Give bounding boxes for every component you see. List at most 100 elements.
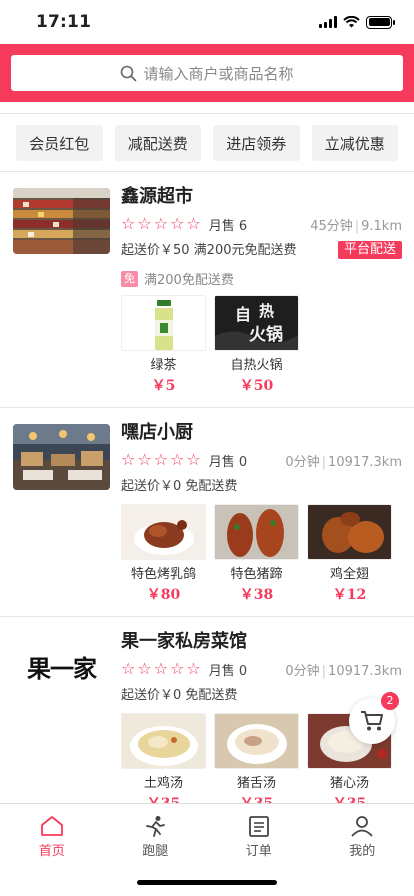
product-name: 特色烤乳鸽: [130, 567, 196, 582]
product-image-chicken-wing: [307, 504, 392, 560]
delivery-meta: 0分钟 | 10917.3km: [285, 454, 402, 470]
shopping-cart-icon: [361, 711, 383, 731]
product-item[interactable]: 特色猪蹄 ￥38: [214, 504, 299, 604]
delivery-meta: 45分钟 | 9.1km: [310, 218, 402, 234]
rating-stars: ☆ ☆ ☆ ☆ ☆: [121, 661, 201, 677]
fee-info: 起送价￥0 免配送费: [121, 688, 238, 703]
product-item[interactable]: 土鸡汤 ￥35: [121, 713, 206, 813]
product-price: ￥80: [146, 587, 181, 603]
cart-button[interactable]: 2: [349, 692, 399, 744]
delivery-time: 0分钟: [285, 663, 320, 679]
star-outline-icon: ☆: [186, 659, 201, 678]
star-outline-icon: ☆: [121, 659, 136, 678]
tag-store-coupon[interactable]: 进店领券: [213, 125, 300, 161]
product-image-hotpot: 自 热 火锅: [214, 295, 299, 351]
product-item[interactable]: 特色烤乳鸽 ￥80: [121, 504, 206, 604]
star-outline-icon: ☆: [137, 659, 152, 678]
logo-text: 果一家: [27, 653, 97, 683]
monthly-sales: 月售 0: [208, 454, 248, 470]
fee-info: 起送价￥50 满200元免配送费: [121, 243, 297, 258]
product-name: 鸡全翅: [329, 567, 369, 582]
status-time: 17:11: [36, 12, 92, 32]
tab-label: 我的: [349, 844, 376, 859]
free-delivery-badge: 免: [121, 270, 138, 287]
store-logo-supermarket: [13, 188, 110, 254]
home-indicator: [137, 880, 277, 885]
store-logo-guoyijia: 果一家: [13, 633, 110, 699]
svg-text:自: 自: [235, 305, 251, 324]
tab-label: 首页: [38, 844, 65, 859]
delivery-time: 0分钟: [285, 454, 320, 470]
delivery-meta: 0分钟 | 10917.3km: [285, 663, 402, 679]
product-name: 特色猪蹄: [230, 567, 283, 582]
star-outline-icon: ☆: [153, 214, 169, 233]
store-card[interactable]: 鑫源超市 ☆ ☆ ☆ ☆ ☆ 月售 6 45分钟 | 9.1km 起送价￥50 满200元免…: [0, 172, 414, 408]
product-name: 自热火锅: [230, 358, 283, 373]
cellular-signal-icon: [319, 16, 337, 28]
product-price: ￥38: [239, 587, 274, 603]
product-name: 绿茶: [150, 358, 177, 373]
search-placeholder: 请输入商户或商品名称: [143, 64, 294, 83]
product-image-roast-pigeon: [121, 504, 206, 560]
distance: 10917.3km: [328, 663, 402, 679]
delivery-time: 45分钟: [310, 218, 353, 234]
profile-icon: [351, 816, 373, 837]
store-card[interactable]: 嘿店小厨 ☆ ☆ ☆ ☆ ☆ 月售 0 0分钟 | 10917.3km 起送价￥0 免配送费: [0, 408, 414, 617]
store-name: 鑫源超市: [121, 186, 193, 207]
platform-delivery-badge: 平台配送: [337, 241, 402, 259]
store-name: 嘿店小厨: [121, 422, 193, 443]
home-icon: [40, 816, 63, 836]
product-price: ￥5: [151, 378, 176, 394]
star-outline-icon: ☆: [121, 450, 136, 469]
product-name: 猪心汤: [329, 776, 369, 791]
battery-icon: [366, 15, 395, 29]
distance: 9.1km: [361, 218, 402, 234]
distance: 10917.3km: [328, 454, 402, 470]
tag-member-redpacket[interactable]: 会员红包: [16, 125, 103, 161]
divider: [0, 102, 414, 114]
product-item[interactable]: 鸡全翅 ￥12: [307, 504, 392, 604]
wifi-icon: [343, 16, 360, 28]
star-outline-icon: ☆: [153, 659, 169, 678]
product-image-tongue-soup: [214, 713, 299, 769]
product-price: ￥50: [239, 378, 274, 394]
product-item[interactable]: 自 热 火锅 自热火锅 ￥50: [214, 295, 299, 395]
star-outline-icon: ☆: [170, 659, 185, 678]
tag-instant-discount[interactable]: 立减优惠: [311, 125, 398, 161]
tab-profile[interactable]: 我的: [311, 815, 414, 896]
star-outline-icon: ☆: [170, 214, 185, 233]
runner-icon: [146, 816, 166, 837]
star-outline-icon: ☆: [186, 450, 201, 469]
star-outline-icon: ☆: [153, 450, 169, 469]
store-logo-restaurant: [13, 424, 110, 490]
product-name: 土鸡汤: [143, 776, 183, 791]
search-header: 请输入商户或商品名称: [0, 44, 414, 102]
search-input[interactable]: 请输入商户或商品名称: [11, 55, 403, 91]
product-list: 绿茶 ￥5 自 热 火锅 自热火锅 ￥50: [121, 295, 402, 395]
tag-reduced-delivery[interactable]: 减配送费: [114, 125, 201, 161]
star-outline-icon: ☆: [186, 214, 201, 233]
cart-count-badge: 2: [381, 692, 399, 710]
product-item[interactable]: 猪舌汤 ￥35: [214, 713, 299, 813]
svg-text:热: 热: [259, 302, 274, 320]
status-bar: 17:11: [0, 0, 414, 44]
store-name: 果一家私房菜馆: [121, 631, 247, 652]
rating-stars: ☆ ☆ ☆ ☆ ☆: [121, 452, 201, 468]
tab-label: 跑腿: [142, 844, 169, 859]
product-name: 猪舌汤: [236, 776, 276, 791]
tab-home[interactable]: 首页: [0, 815, 104, 896]
monthly-sales: 月售 0: [208, 663, 248, 679]
product-item[interactable]: 绿茶 ￥5: [121, 295, 206, 395]
promo-text: 满200免配送费: [144, 273, 234, 288]
star-outline-icon: ☆: [121, 214, 136, 233]
product-image-green-tea: [121, 295, 206, 351]
monthly-sales: 月售 6: [208, 218, 248, 234]
fee-info: 起送价￥0 免配送费: [121, 479, 238, 494]
product-image-chicken-soup: [121, 713, 206, 769]
product-price: ￥12: [332, 587, 367, 603]
star-outline-icon: ☆: [137, 450, 152, 469]
search-icon: [121, 65, 137, 81]
product-image-pig-trotter: [214, 504, 299, 560]
svg-text:火锅: 火锅: [249, 324, 283, 345]
star-outline-icon: ☆: [137, 214, 152, 233]
